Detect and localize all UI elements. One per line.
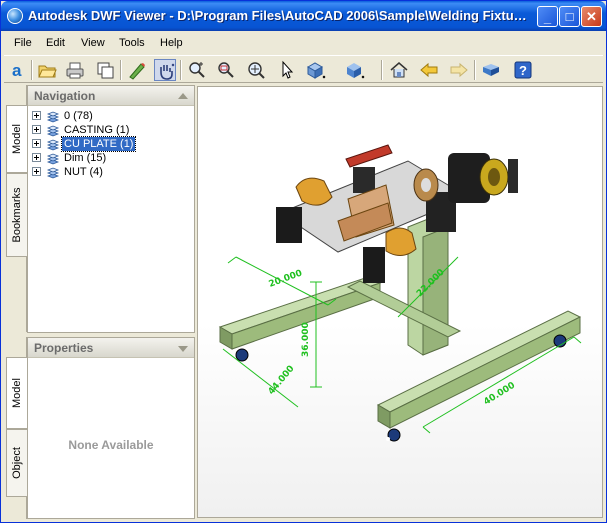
menu-edit[interactable]: Edit xyxy=(46,37,65,49)
toolbar-separator xyxy=(31,60,33,80)
home-view-icon[interactable] xyxy=(388,59,410,81)
tree-item-label: NUT (4) xyxy=(64,166,103,178)
tree-item-label: 0 (78) xyxy=(64,110,93,122)
collapse-up-icon[interactable] xyxy=(178,93,188,99)
navigation-title: Navigation xyxy=(34,89,96,103)
collapse-down-icon[interactable] xyxy=(178,346,188,352)
menu-help[interactable]: Help xyxy=(160,37,183,49)
svg-text:?: ? xyxy=(519,63,527,78)
minimize-button[interactable]: _ xyxy=(537,6,558,27)
toolbar-separator xyxy=(474,60,476,80)
bottom-tab-strip: Model Object xyxy=(5,337,27,519)
menu-file[interactable]: File xyxy=(14,37,32,49)
layer-icon xyxy=(46,139,60,151)
tab-properties-object[interactable]: Object xyxy=(6,429,27,497)
title-bar[interactable]: Autodesk DWF Viewer - D:\Program Files\A… xyxy=(1,1,606,31)
dwf-app-icon[interactable] xyxy=(7,8,23,24)
3d-model-icon[interactable] xyxy=(480,59,502,81)
welding-fixture-model[interactable]: 20.000 22.000 36.000 44.000 40.000 xyxy=(198,87,603,518)
tree-item-label: Dim (15) xyxy=(64,152,107,164)
dimension-label: 40.000 xyxy=(482,381,517,408)
autodesk-logo-icon[interactable]: a xyxy=(7,59,29,81)
maximize-button[interactable]: □ xyxy=(559,6,580,27)
copy-icon[interactable] xyxy=(94,59,116,81)
svg-text:a: a xyxy=(12,61,22,80)
expand-icon[interactable] xyxy=(32,139,41,148)
zoom-icon[interactable] xyxy=(186,59,208,81)
window-title: Autodesk DWF Viewer - D:\Program Files\A… xyxy=(28,8,530,23)
layer-icon xyxy=(46,153,60,165)
select-icon[interactable] xyxy=(276,59,298,81)
orbit-icon[interactable] xyxy=(304,59,326,81)
menu-view[interactable]: View xyxy=(81,37,105,49)
tab-model[interactable]: Model xyxy=(6,105,27,173)
toolbar-separator xyxy=(180,60,182,80)
expand-icon[interactable] xyxy=(32,111,41,120)
markup-icon[interactable] xyxy=(126,59,148,81)
expand-icon[interactable] xyxy=(32,153,41,162)
forward-arrow-icon[interactable] xyxy=(448,59,470,81)
minimize-icon: _ xyxy=(543,10,552,25)
navigation-panel: Navigation 0 (78) CASTING (1) CU PLATE (… xyxy=(27,85,195,333)
dimension-label: 20.000 xyxy=(268,269,304,290)
fit-to-window-icon[interactable] xyxy=(245,59,267,81)
layer-icon xyxy=(46,111,60,123)
dimension-label: 44.000 xyxy=(267,364,297,397)
properties-title: Properties xyxy=(34,341,94,355)
tree-item-label: CASTING (1) xyxy=(64,124,130,136)
navigation-header[interactable]: Navigation xyxy=(28,86,194,106)
print-icon[interactable] xyxy=(64,59,86,81)
menu-tools[interactable]: Tools xyxy=(119,37,145,49)
help-icon[interactable]: ? xyxy=(512,59,534,81)
model-canvas[interactable]: 20.000 22.000 36.000 44.000 40.000 xyxy=(197,86,603,518)
properties-header[interactable]: Properties xyxy=(28,338,194,358)
layer-icon xyxy=(46,167,60,179)
menu-bar: File Edit View Tools Help xyxy=(4,34,603,54)
toolbar: a ? xyxy=(4,55,603,83)
zoom-rectangle-icon[interactable] xyxy=(215,59,237,81)
toolbar-separator xyxy=(120,60,122,80)
pan-icon[interactable] xyxy=(154,59,176,81)
expand-icon[interactable] xyxy=(32,125,41,134)
app-window: Autodesk DWF Viewer - D:\Program Files\A… xyxy=(0,0,607,523)
toolbar-separator xyxy=(381,60,383,80)
close-icon: ✕ xyxy=(586,9,597,24)
properties-panel: Properties None Available xyxy=(27,337,195,519)
tree-item-label: CU PLATE (1) xyxy=(60,136,137,152)
view-cube-icon[interactable] xyxy=(343,59,365,81)
top-tab-strip: Model Bookmarks xyxy=(5,85,27,332)
close-button[interactable]: ✕ xyxy=(581,6,602,27)
expand-icon[interactable] xyxy=(32,167,41,176)
dimension-label: 36.000 xyxy=(301,322,311,357)
open-folder-icon[interactable] xyxy=(36,59,58,81)
properties-empty-text: None Available xyxy=(68,438,154,452)
back-arrow-icon[interactable] xyxy=(418,59,440,81)
tab-properties-model[interactable]: Model xyxy=(6,357,27,429)
maximize-icon: □ xyxy=(565,9,574,24)
layer-icon xyxy=(46,125,60,137)
tab-bookmarks[interactable]: Bookmarks xyxy=(6,173,27,257)
